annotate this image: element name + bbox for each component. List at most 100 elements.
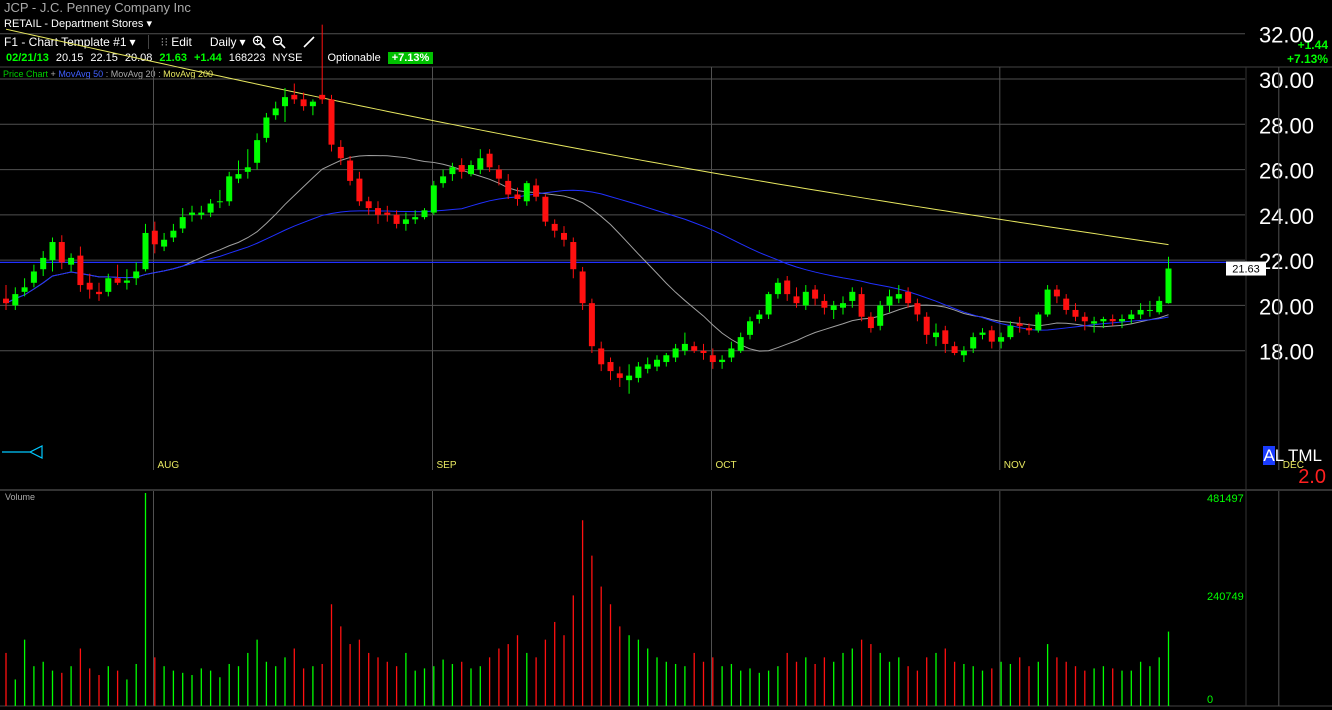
last-price-label: 21.63 <box>1232 264 1260 276</box>
volume-tick-label: 0 <box>1207 694 1213 706</box>
candle-body <box>979 332 986 335</box>
candle-body <box>579 271 586 304</box>
chart-mode-buttons[interactable]: AL TML <box>1263 446 1322 466</box>
candle-body <box>561 232 567 240</box>
candle-body <box>933 332 939 338</box>
candle-body <box>1035 314 1042 331</box>
candle-body <box>551 223 558 231</box>
scroll-marker-icon <box>2 445 43 459</box>
candle-body <box>607 362 614 372</box>
candle-body <box>3 298 9 304</box>
candle-body <box>960 350 967 356</box>
y-tick-label: 32.00 <box>1259 23 1314 48</box>
x-tick-label: OCT <box>716 460 737 471</box>
candle-body <box>356 178 363 202</box>
candle-body <box>867 316 874 329</box>
y-tick-label: 26.00 <box>1259 159 1314 184</box>
candle-body <box>337 146 344 159</box>
candle-body <box>1026 328 1032 331</box>
x-tick-label: SEP <box>437 460 457 471</box>
candle-body <box>542 196 549 222</box>
candle-body <box>784 280 791 295</box>
candle-body <box>914 303 921 315</box>
volume-pane-label: Volume <box>5 492 36 502</box>
candle-body <box>570 242 577 270</box>
candle-body <box>1137 309 1144 315</box>
candle-body <box>1007 325 1014 338</box>
volume-tick-label: 481497 <box>1207 493 1244 505</box>
candle-body <box>402 219 409 224</box>
candle-body <box>282 97 288 107</box>
candle-body <box>644 364 651 369</box>
candle-body <box>328 99 335 145</box>
candle-body <box>12 294 19 306</box>
candle-body <box>263 117 270 138</box>
y-tick-label: 30.00 <box>1259 68 1314 93</box>
candle-body <box>393 214 400 224</box>
volume-tick-label: 240749 <box>1207 591 1244 603</box>
candle-body <box>254 140 261 163</box>
candle-body <box>77 255 84 286</box>
candle-body <box>151 230 158 245</box>
candle-body <box>747 321 753 335</box>
candle-body <box>40 257 47 270</box>
candle-body <box>133 271 140 279</box>
candle-body <box>30 271 37 283</box>
candle-body <box>765 294 772 315</box>
candle-body <box>858 294 865 317</box>
y-tick-label: 18.00 <box>1259 340 1314 365</box>
candle-body <box>430 185 437 213</box>
candle-body <box>235 174 242 179</box>
mode-rest-label[interactable]: L TML <box>1275 446 1322 465</box>
candle-body <box>719 359 726 363</box>
candle-body <box>821 300 828 308</box>
candle-body <box>523 183 530 202</box>
candle-body <box>886 296 893 306</box>
candle-body <box>905 291 912 304</box>
candle-body <box>161 239 168 247</box>
y-tick-label: 20.00 <box>1259 294 1314 319</box>
candle-body <box>793 296 800 304</box>
candle-body <box>588 303 595 347</box>
candle-body <box>421 210 428 218</box>
candle-body <box>691 346 698 351</box>
candle-body <box>21 287 28 292</box>
candle-body <box>663 355 670 363</box>
candle-body <box>514 194 521 200</box>
candle-body <box>672 348 679 358</box>
candle-body <box>309 101 316 107</box>
candle-body <box>105 278 112 292</box>
candle-body <box>142 232 149 270</box>
candle-body <box>895 294 902 299</box>
candle-body <box>774 282 781 295</box>
candle-body <box>505 180 512 195</box>
candle-body <box>598 348 605 365</box>
candle-body <box>179 217 186 229</box>
candle-body <box>654 359 660 367</box>
candle-body <box>877 305 884 326</box>
price-volume-chart[interactable]: 32.00 30.00 28.00 26.00 24.00 22.00 20.00 18.00… <box>0 0 1332 710</box>
x-tick-label: NOV <box>1004 460 1026 471</box>
y-tick-label: 22.00 <box>1259 249 1314 274</box>
candle-body <box>412 217 419 220</box>
y-tick-label: 24.00 <box>1259 204 1314 229</box>
candle-body <box>449 167 456 175</box>
candle-body <box>375 208 381 215</box>
candle-body <box>970 337 977 349</box>
candle-body <box>849 291 856 301</box>
candle-body <box>86 282 93 290</box>
candle-body <box>244 167 251 172</box>
candle-body <box>626 375 633 381</box>
candle-body <box>635 366 642 378</box>
candle-body <box>96 291 102 295</box>
mode-a-button[interactable]: A <box>1263 446 1275 465</box>
candle-body <box>1044 289 1051 315</box>
candle-body <box>440 176 447 184</box>
candle-body <box>681 343 688 351</box>
candle-body <box>384 212 391 215</box>
candle-body <box>942 330 949 344</box>
candle-body <box>1119 319 1125 322</box>
candle-body <box>830 305 837 310</box>
candle-body <box>365 201 372 209</box>
candle-body <box>840 303 846 308</box>
